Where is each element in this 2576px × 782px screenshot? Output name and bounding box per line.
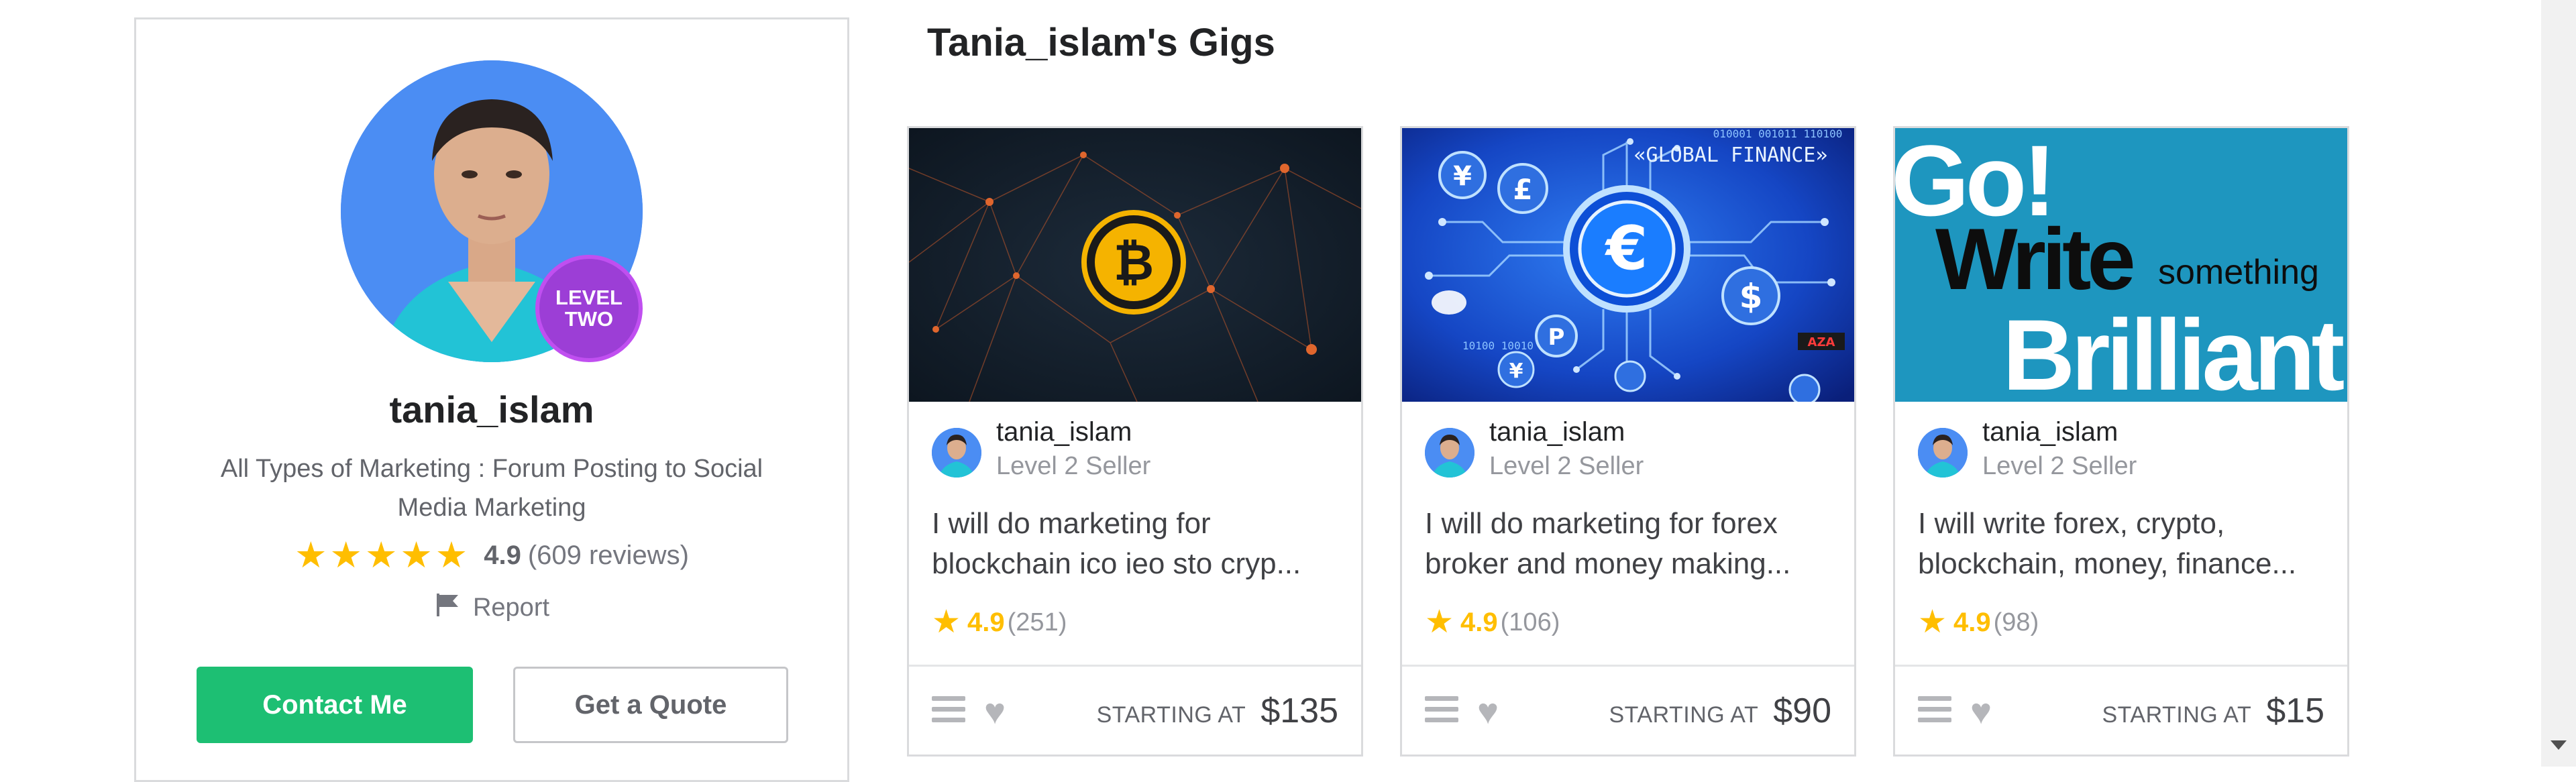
report-label: Report [472,593,550,622]
svg-text:«GLOBAL FINANCE»: «GLOBAL FINANCE» [1634,144,1828,167]
collections-menu-icon[interactable] [1425,696,1458,726]
svg-text:$: $ [1739,277,1763,316]
svg-text:010001 001011 110100: 010001 001011 110100 [1713,128,1843,140]
star-icon: ★ [435,535,468,575]
gig-title[interactable]: I will write forex, crypto, blockchain, … [1918,504,2327,584]
gig-rating-value: 4.9 [1460,607,1498,637]
star-icon: ★ [1918,604,1947,640]
svg-text:€: € [1605,213,1648,284]
gig-rating: ★ 4.9 (251) [932,606,1067,639]
flag-icon [434,591,461,624]
seller-tagline: All Types of Marketing : Forum Posting t… [220,455,763,522]
gig-price: STARTING AT $135 [1097,691,1338,731]
gig-card[interactable]: Go! Write something Brilliant tania_isla… [1893,126,2349,757]
svg-text:£: £ [1513,173,1532,206]
seller-username[interactable]: tania_islam [134,388,849,431]
gig-thumbnail[interactable]: Go! Write something Brilliant [1895,128,2347,402]
thumb-line2: Write [1935,210,2133,308]
review-count[interactable]: (609 reviews) [528,541,689,571]
rating-value: 4.9 [484,540,521,570]
thumb-line3: something [2158,253,2319,292]
starting-at-label: STARTING AT [2102,702,2252,728]
star-icon: ★ [364,535,398,575]
gig-title[interactable]: I will do marketing for blockchain ico i… [932,504,1341,584]
report-link[interactable]: Report [134,589,849,626]
gig-title[interactable]: I will do marketing for forex broker and… [1425,504,1834,584]
gig-rating: ★ 4.9 (106) [1425,606,1560,639]
price-value: $135 [1260,691,1338,730]
contact-me-button[interactable]: Contact Me [197,667,473,743]
heart-icon[interactable]: ♥ [1970,693,1992,730]
gig-price: STARTING AT $90 [1609,691,1831,731]
seller-name[interactable]: tania_islam [1489,417,1625,447]
starting-at-label: STARTING AT [1096,702,1246,728]
seller-name[interactable]: tania_islam [996,417,1132,447]
svg-text:¥: ¥ [1509,359,1523,383]
star-icon: ★ [400,535,433,575]
seller-mini-avatar[interactable] [932,428,981,478]
seller-rating: ★ ★ ★ ★ ★ 4.9 (609 reviews) [134,537,849,574]
gig-footer: ♥ STARTING AT $15 [1895,665,2347,755]
gig-price: STARTING AT $15 [2102,691,2324,731]
gig-rating-count: (106) [1500,608,1560,636]
gig-rating: ★ 4.9 (98) [1918,606,2039,639]
get-a-quote-button[interactable]: Get a Quote [513,667,788,743]
gig-seller[interactable]: tania_islam Level 2 Seller [932,413,1341,487]
seller-mini-avatar[interactable] [1425,428,1474,478]
heart-icon[interactable]: ♥ [1477,693,1499,730]
gig-card[interactable]: «GLOBAL FINANCE» 010001 001011 110100 10… [1400,126,1856,757]
svg-text:AZA: AZA [1808,335,1835,349]
price-value: $90 [1773,691,1831,730]
star-icon: ★ [294,535,327,575]
seller-mini-avatar[interactable] [1918,428,1968,478]
seller-level: Level 2 Seller [1489,452,1644,480]
starting-at-label: STARTING AT [1609,702,1759,728]
gig-card[interactable]: ₿ tania_islam Level 2 Seller I will do m… [907,126,1363,757]
gig-seller[interactable]: tania_islam Level 2 Seller [1918,413,2327,487]
vertical-scrollbar[interactable] [2541,0,2576,767]
seller-level: Level 2 Seller [1982,452,2137,480]
badge-line2: TWO [564,307,614,331]
gigs-section-title: Tania_islam's Gigs [927,21,1275,64]
svg-text:¥: ¥ [1453,161,1472,192]
gig-rating-value: 4.9 [1953,607,1991,637]
svg-text:P: P [1548,324,1565,351]
gig-rating-count: (251) [1007,608,1067,636]
gig-thumbnail[interactable]: «GLOBAL FINANCE» 010001 001011 110100 10… [1402,128,1854,402]
gig-footer: ♥ STARTING AT $90 [1402,665,1854,755]
gig-thumbnail[interactable]: ₿ [909,128,1361,402]
heart-icon[interactable]: ♥ [984,693,1006,730]
scroll-down-arrow-icon[interactable] [2551,740,2567,750]
price-value: $15 [2266,691,2324,730]
star-icon: ★ [329,535,362,575]
gig-rating-count: (98) [1993,608,2039,636]
star-icon: ★ [932,604,961,640]
seller-name[interactable]: tania_islam [1982,417,2118,447]
thumb-line4: Brilliant [2002,298,2344,402]
gig-rating-value: 4.9 [967,607,1005,637]
svg-text:₿: ₿ [1114,234,1154,292]
gig-seller[interactable]: tania_islam Level 2 Seller [1425,413,1834,487]
collections-menu-icon[interactable] [1918,696,1951,726]
level-two-badge: LEVEL TWO [535,255,643,362]
seller-level: Level 2 Seller [996,452,1151,480]
gig-footer: ♥ STARTING AT $135 [909,665,1361,755]
badge-line1: LEVEL [555,286,623,309]
star-icon: ★ [1425,604,1454,640]
collections-menu-icon[interactable] [932,696,965,726]
